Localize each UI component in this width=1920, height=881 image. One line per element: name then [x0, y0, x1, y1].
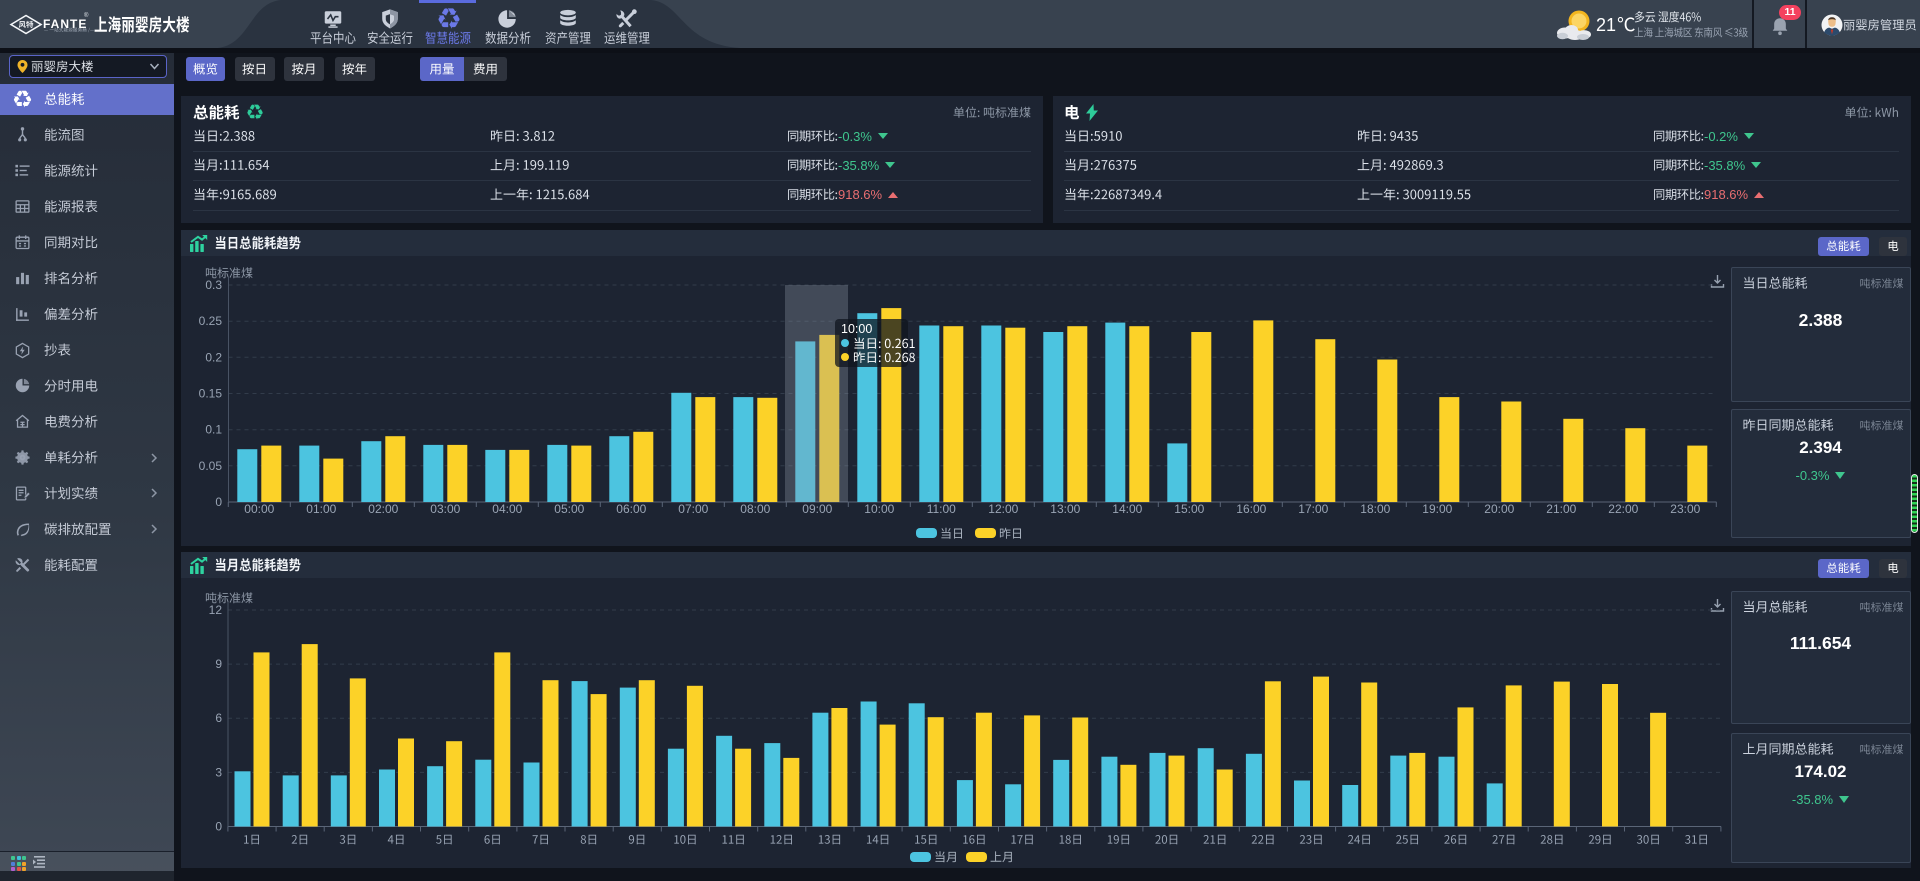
svg-text:17:00: 17:00	[1298, 502, 1328, 516]
svg-text:02:00: 02:00	[368, 502, 398, 516]
svg-text:09:00: 09:00	[802, 502, 832, 516]
svg-text:00:00: 00:00	[244, 502, 274, 516]
svg-text:06:00: 06:00	[616, 502, 646, 516]
svg-text:08:00: 08:00	[740, 502, 770, 516]
svg-text:10:00: 10:00	[864, 502, 894, 516]
svg-text:07:00: 07:00	[678, 502, 708, 516]
svg-text:18:00: 18:00	[1360, 502, 1390, 516]
svg-text:9: 9	[215, 657, 222, 671]
svg-text:0.3: 0.3	[205, 278, 222, 292]
svg-text:21:00: 21:00	[1546, 502, 1576, 516]
svg-text:01:00: 01:00	[306, 502, 336, 516]
svg-text:16:00: 16:00	[1236, 502, 1266, 516]
svg-text:20:00: 20:00	[1484, 502, 1514, 516]
svg-text:03:00: 03:00	[430, 502, 460, 516]
svg-text:11:00: 11:00	[927, 502, 956, 516]
svg-text:0.1: 0.1	[205, 423, 222, 437]
svg-text:15:00: 15:00	[1174, 502, 1204, 516]
svg-text:0.05: 0.05	[199, 459, 223, 473]
svg-text:13:00: 13:00	[1050, 502, 1080, 516]
svg-text:6: 6	[215, 711, 222, 725]
svg-text:04:00: 04:00	[492, 502, 522, 516]
svg-text:12: 12	[209, 603, 223, 617]
svg-text:05:00: 05:00	[554, 502, 584, 516]
svg-text:22:00: 22:00	[1608, 502, 1638, 516]
svg-text:19:00: 19:00	[1422, 502, 1452, 516]
svg-text:0: 0	[215, 820, 222, 834]
svg-text:0.25: 0.25	[199, 314, 223, 328]
svg-text:0.2: 0.2	[205, 350, 222, 364]
svg-text:23:00: 23:00	[1670, 502, 1700, 516]
svg-text:0.15: 0.15	[199, 387, 223, 401]
svg-text:14:00: 14:00	[1112, 502, 1142, 516]
svg-text:3: 3	[215, 765, 222, 779]
svg-text:12:00: 12:00	[988, 502, 1018, 516]
svg-text:0: 0	[215, 495, 222, 509]
